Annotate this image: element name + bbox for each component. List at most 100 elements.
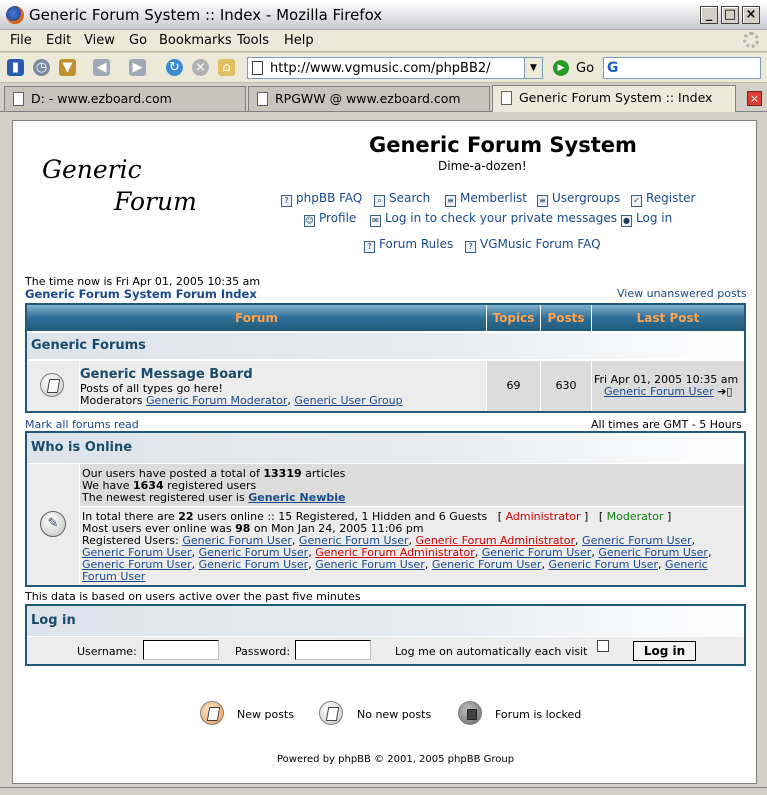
profile-link[interactable]: ☺ Profile [304,211,356,227]
tab-rpgww[interactable]: RPGWW @ www.ezboard.com [248,86,490,111]
stop-icon[interactable]: × [192,59,209,76]
vgmusic-faq-link[interactable]: ? VGMusic Forum FAQ [465,237,601,253]
menu-view[interactable]: View [84,33,115,48]
close-tab-icon[interactable]: × [747,91,762,106]
firefox-logo-icon [6,6,24,24]
home-icon[interactable]: ⌂ [218,59,235,76]
user-link[interactable]: Generic Forum User [432,558,542,571]
page-icon [13,92,24,106]
tab-label: D: - www.ezboard.com [31,91,172,106]
forum-folder-icon [40,373,64,397]
faq-icon: ? [281,195,292,207]
moderator-legend: Moderator [606,510,664,523]
forum-rules-link[interactable]: ? Forum Rules [364,237,453,253]
menu-bookmarks[interactable]: Bookmarks [159,33,232,48]
back-icon[interactable]: ◀ [93,59,110,76]
forum-topics-count: 69 [487,361,540,411]
mark-all-read-link[interactable]: Mark all forums read [25,418,139,431]
header-forum: Forum [27,305,486,331]
no-new-posts-label: No new posts [357,708,432,721]
go-icon[interactable]: ▶ [553,60,569,76]
reload-icon[interactable]: ↻ [166,59,183,76]
login-form-row: Username: Password: Log me on automatica… [27,637,744,664]
forum-logo-line2[interactable]: Forum [114,187,197,216]
user-link[interactable]: Generic Forum User [548,558,658,571]
username-input[interactable] [143,640,219,660]
menu-tools[interactable]: Tools [237,33,269,48]
latest-post-icon[interactable]: ➔▯ [717,385,732,398]
user-link[interactable]: Forum User [82,570,145,583]
url-text: http://www.vgmusic.com/phpBB2/ [270,61,491,76]
user-link[interactable]: Generic Forum User [199,558,309,571]
faq-icon: ? [465,241,476,253]
newest-user-link[interactable]: Generic Newbie [248,491,345,504]
site-title: Generic Forum System [369,133,637,157]
tab-ezboard-d[interactable]: D: - www.ezboard.com [4,86,246,111]
throbber-icon [743,32,759,48]
password-label: Password: [235,645,291,658]
category-title[interactable]: Generic Forums [27,333,744,359]
memberlist-link[interactable]: ≡ Memberlist [445,191,527,207]
tab-label: RPGWW @ www.ezboard.com [275,91,461,106]
page-icon [501,91,512,105]
auto-login-checkbox[interactable] [597,640,609,652]
unanswered-posts-link[interactable]: View unanswered posts [617,287,747,300]
menu-go[interactable]: Go [129,33,147,48]
menu-bar: File Edit View Go Bookmarks Tools Help [0,30,767,52]
menu-file[interactable]: File [10,33,32,48]
online-footnote: This data is based on users active over … [25,590,361,603]
user-link[interactable]: Generic Forum User [315,558,425,571]
forum-locked-label: Forum is locked [495,708,582,721]
tab-bar: D: - www.ezboard.com RPGWW @ www.ezboard… [0,84,767,112]
window-titlebar: Generic Forum System :: Index - Mozilla … [0,0,767,30]
search-input[interactable]: G [603,57,761,79]
search-link[interactable]: ⌕ Search [374,191,430,207]
menu-edit[interactable]: Edit [46,33,71,48]
login-link[interactable]: ● Log in [621,211,672,227]
menu-help[interactable]: Help [284,33,314,48]
who-is-online-title[interactable]: Who is Online [27,433,744,463]
google-search-icon: G [607,60,619,76]
forward-icon[interactable]: ▶ [129,59,146,76]
password-input[interactable] [295,640,371,660]
private-messages-link[interactable]: ✉ Log in to check your private messages [370,211,617,227]
register-link[interactable]: ✓ Register [631,191,695,207]
tab-generic-forum[interactable]: Generic Forum System :: Index [492,85,736,112]
forum-locked-icon [458,701,482,725]
moderator-link[interactable]: Generic Forum Moderator [146,394,287,407]
usergroups-link[interactable]: ≡ Usergroups [537,191,620,207]
login-button[interactable]: Log in [633,641,696,661]
header-posts: Posts [541,305,591,331]
minimize-button[interactable]: _ [700,6,718,24]
newest-user-text: The newest registered user is Generic Ne… [82,491,346,504]
forum-name-link[interactable]: Generic Message Board [80,367,253,382]
faq-link[interactable]: ? phpBB FAQ [281,191,362,207]
go-button[interactable]: Go [576,61,594,76]
url-dropdown-icon[interactable]: ▼ [524,58,542,78]
site-description: Dime-a-dozen! [438,159,527,173]
register-icon: ✓ [631,195,642,207]
administrator-legend: Administrator [505,510,581,523]
moderator-group-link[interactable]: Generic User Group [294,394,402,407]
online-users-cell: In total there are 22 users online :: 15… [80,507,744,585]
login-title[interactable]: Log in [27,606,744,636]
last-post-user-link[interactable]: Generic Forum User [604,385,714,398]
registered-users-list-line4: Forum User [82,570,145,583]
maximize-button[interactable]: □ [721,6,739,24]
page-content: Generic Forum Generic Forum System Dime-… [12,120,757,784]
who-is-online-table: Who is Online ✎ Our users have posted a … [25,431,746,587]
last-post-author: Generic Forum User ➔▯ [604,385,732,398]
history-icon[interactable]: ◷ [33,59,50,76]
user-link[interactable]: Generic [665,558,708,571]
forum-logo-line1[interactable]: Generic [42,155,142,184]
url-bar[interactable]: http://www.vgmusic.com/phpBB2/ ▼ [247,57,543,79]
header-last-post: Last Post [592,305,744,331]
message-icon: ✉ [370,215,381,227]
forum-index-link[interactable]: Generic Forum System Forum Index [25,287,257,301]
downloads-icon[interactable]: ▼ [59,59,76,76]
memberlist-icon: ≡ [445,195,456,207]
bookmarks-sidebar-icon[interactable]: ▮ [7,59,24,76]
close-window-button[interactable]: × [742,6,760,24]
registered-users-list-line3: Generic Forum User, Generic Forum User, … [82,558,708,571]
powered-by: Powered by phpBB © 2001, 2005 phpBB Grou… [277,754,515,765]
